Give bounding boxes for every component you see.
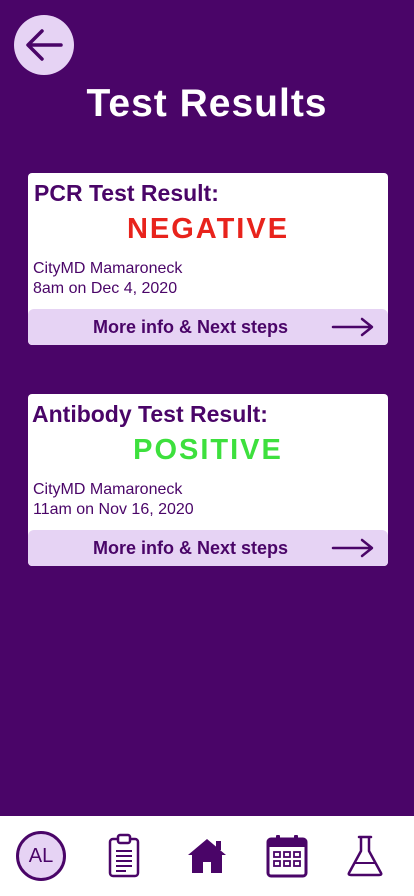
pcr-result-card: PCR Test Result: NEGATIVE CityMD Mamaron…: [28, 173, 388, 345]
nav-calendar[interactable]: [252, 816, 322, 896]
nav-profile[interactable]: AL: [6, 816, 76, 896]
more-info-button[interactable]: More info & Next steps: [28, 309, 388, 345]
card-heading: Antibody Test Result:: [32, 401, 268, 427]
more-info-button[interactable]: More info & Next steps: [28, 530, 388, 566]
result-status: POSITIVE: [133, 434, 283, 466]
home-icon: [188, 839, 226, 873]
result-status: NEGATIVE: [126, 213, 290, 245]
arrow-right-icon: [331, 538, 374, 558]
more-info-label: More info & Next steps: [93, 317, 289, 337]
nav-home[interactable]: [172, 816, 242, 896]
avatar: AL: [16, 831, 66, 881]
bottom-nav: AL: [0, 816, 414, 896]
page-title: Test Results: [86, 82, 328, 125]
test-time: 8am on Dec 4, 2020: [33, 280, 178, 297]
flask-icon: [347, 835, 383, 877]
test-time: 11am on Nov 16, 2020: [33, 501, 194, 518]
nav-tests[interactable]: [330, 816, 400, 896]
clipboard-icon: [108, 833, 140, 878]
nav-records[interactable]: [89, 816, 159, 896]
card-heading: PCR Test Result:: [34, 180, 219, 206]
calendar-icon: [266, 835, 308, 878]
arrow-left-icon: [26, 29, 63, 61]
arrow-right-icon: [331, 317, 374, 337]
antibody-result-card: Antibody Test Result: POSITIVE CityMD Ma…: [28, 394, 388, 566]
test-location: CityMD Mamaroneck: [33, 260, 183, 277]
more-info-label: More info & Next steps: [93, 538, 289, 558]
test-location: CityMD Mamaroneck: [33, 481, 183, 498]
back-button[interactable]: [14, 15, 74, 75]
